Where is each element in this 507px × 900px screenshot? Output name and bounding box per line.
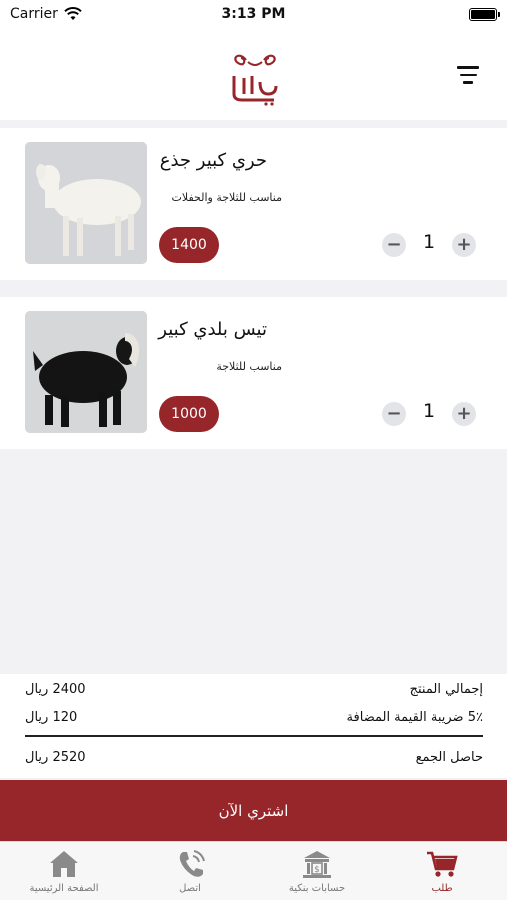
product-image-goat (25, 311, 147, 433)
status-bar: Carrier 3:13 PM (0, 0, 507, 28)
svg-text:$: $ (314, 865, 320, 875)
cart-item: تيس بلدي كبير مناسب للثلاجة 1000 − 1 + (0, 297, 507, 449)
order-summary: 2400 ريال إجمالي المنتج 120 ريال 5٪ ضريب… (0, 674, 507, 778)
minus-icon: − (386, 403, 402, 424)
tab-order[interactable]: طلب (382, 842, 502, 900)
carrier-info: Carrier (10, 6, 82, 22)
product-image-sheep (25, 142, 147, 264)
price-badge: 1400 (159, 227, 219, 263)
product-subtitle: مناسب للثلاجة (216, 360, 282, 373)
plus-icon: + (456, 403, 472, 424)
tab-bar: الصفحة الرئيسية اتصل $ حسابات بنكية طلب (0, 841, 507, 900)
filter-icon (457, 66, 479, 69)
tab-home-label: الصفحة الرئيسية (29, 883, 99, 894)
plus-icon: + (456, 234, 472, 255)
wifi-icon (64, 7, 82, 20)
brand-logo (232, 54, 278, 106)
product-title: تيس بلدي كبير (158, 319, 267, 340)
phone-icon (179, 850, 205, 877)
quantity-value: 1 (422, 231, 436, 253)
summary-divider (25, 735, 483, 737)
buy-now-button[interactable]: اشتري الآن (0, 780, 507, 841)
subtotal-label: إجمالي المنتج (409, 682, 483, 697)
home-icon (50, 851, 78, 877)
tab-call-label: اتصل (179, 883, 201, 894)
quantity-value: 1 (422, 400, 436, 422)
vat-value: 120 ريال (25, 710, 78, 725)
tab-bank-accounts[interactable]: $ حسابات بنكية (257, 842, 377, 900)
filter-button[interactable] (455, 66, 481, 88)
vat-row: 120 ريال 5٪ ضريبة القيمة المضافة (25, 710, 483, 725)
increase-quantity-button[interactable]: + (452, 402, 476, 426)
subtotal-value: 2400 ريال (25, 682, 86, 697)
total-value: 2520 ريال (25, 750, 86, 765)
product-title: حري كبير جذع (159, 150, 267, 171)
minus-icon: − (386, 234, 402, 255)
tab-bank-label: حسابات بنكية (288, 883, 346, 894)
price-badge: 1000 (159, 396, 219, 432)
status-time: 3:13 PM (221, 6, 286, 22)
subtotal-row: 2400 ريال إجمالي المنتج (25, 682, 483, 697)
tab-home[interactable]: الصفحة الرئيسية (4, 842, 124, 900)
decrease-quantity-button[interactable]: − (382, 402, 406, 426)
total-row: 2520 ريال حاصل الجمع (25, 750, 483, 765)
battery-icon (469, 7, 500, 21)
header (0, 28, 507, 120)
total-label: حاصل الجمع (415, 750, 483, 765)
decrease-quantity-button[interactable]: − (382, 233, 406, 257)
cart-icon (427, 851, 458, 877)
cart-item: حري كبير جذع مناسب للثلاجة والحفلات 1400… (0, 128, 507, 280)
tab-order-label: طلب (431, 883, 453, 894)
increase-quantity-button[interactable]: + (452, 233, 476, 257)
vat-label: 5٪ ضريبة القيمة المضافة (346, 710, 483, 725)
buy-now-label: اشتري الآن (218, 801, 289, 820)
tab-call[interactable]: اتصل (130, 842, 250, 900)
product-subtitle: مناسب للثلاجة والحفلات (171, 191, 282, 204)
carrier-label: Carrier (10, 6, 58, 22)
bank-icon: $ (303, 851, 331, 878)
